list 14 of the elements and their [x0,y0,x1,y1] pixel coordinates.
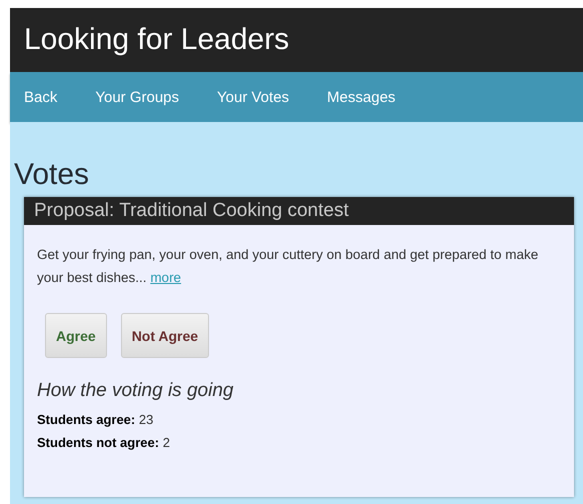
vote-button[interactable]: Agree [45,313,107,358]
results-heading: How the voting is going [37,380,234,402]
proposal-title: Proposal: Traditional Cooking contest [34,200,349,222]
result-line: Students not agree: 2 [37,435,171,450]
vote-button[interactable]: Not Agree [120,313,210,358]
more-link[interactable]: more [150,270,182,285]
nav-link[interactable]: Your Groups [95,88,180,106]
page-title: Votes [14,158,90,192]
result-line: Students agree: 23 [37,412,154,427]
nav-link[interactable]: Back [24,88,58,106]
nav-link[interactable]: Your Votes [217,88,290,106]
nav-link[interactable]: Messages [327,88,396,106]
proposal-description: Get your frying pan, your oven, and your cuttery on board and get prepared to make your best dishes... more [37,246,540,287]
app-title: Looking for Leaders [24,23,290,57]
